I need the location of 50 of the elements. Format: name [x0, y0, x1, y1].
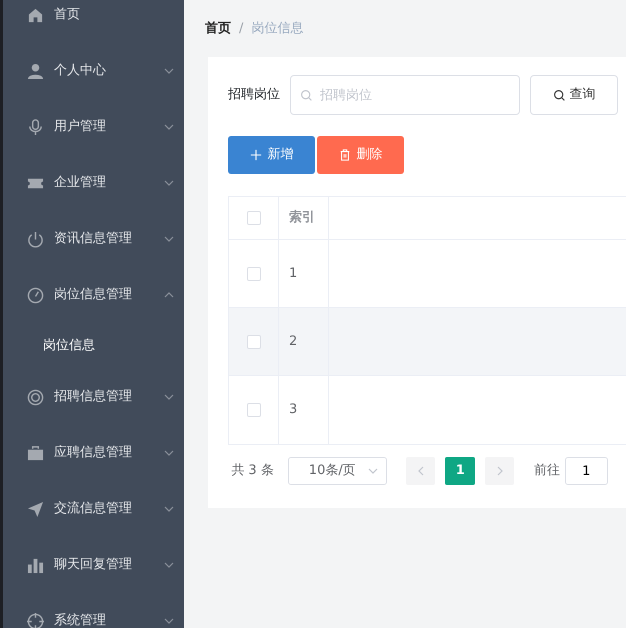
sidebar-item[interactable]: 招聘信息管理: [3, 369, 184, 425]
chevron-right-icon: [494, 466, 505, 476]
chevron-down-icon: [368, 466, 378, 476]
checkbox[interactable]: [246, 403, 260, 417]
goto-field[interactable]: 1: [564, 457, 608, 485]
breadcrumb-separator: /: [239, 20, 244, 38]
sidebar-item[interactable]: 交流信息管理: [3, 481, 184, 537]
breadcrumb-link[interactable]: 首页: [205, 18, 231, 38]
chevron-left-icon: [416, 466, 426, 476]
sidebar-item[interactable]: 用户管理: [3, 99, 184, 155]
sidebar-item[interactable]: 资讯信息管理: [3, 211, 184, 267]
microphone-icon: [27, 118, 44, 136]
checkbox[interactable]: [246, 334, 260, 348]
paper-plane-icon: [27, 500, 44, 518]
sidebar-item[interactable]: 首页: [3, 0, 184, 43]
prev-page-button[interactable]: [406, 457, 436, 485]
gauge-icon: [27, 286, 44, 304]
sidebar-item[interactable]: 岗位信息管理: [3, 267, 184, 323]
trash-icon: [338, 149, 350, 161]
sidebar-item[interactable]: 应聘信息管理: [3, 425, 184, 481]
table-cell: 2: [279, 308, 329, 375]
search-icon: [300, 89, 313, 102]
power-icon: [27, 230, 44, 248]
sidebar-item[interactable]: 聊天回复管理: [3, 537, 184, 593]
home-icon: [27, 6, 44, 24]
page-size-select[interactable]: 10条/页: [288, 457, 387, 485]
sidebar-subitem[interactable]: 岗位信息: [3, 323, 184, 369]
add-button[interactable]: 新增: [228, 136, 315, 174]
search-button[interactable]: 查询: [530, 75, 618, 115]
search-icon: [552, 88, 566, 102]
sidebar-item[interactable]: 系统管理: [3, 593, 184, 628]
plus-icon: [250, 149, 262, 161]
target-icon: [27, 388, 44, 406]
checkbox[interactable]: [246, 266, 260, 280]
breadcrumb-current: 岗位信息: [251, 20, 304, 38]
crosshair-icon: [27, 612, 44, 628]
next-page-button[interactable]: [485, 457, 514, 485]
briefcase-icon: [27, 444, 44, 462]
sidebar-item[interactable]: 企业管理: [3, 155, 184, 211]
table-cell: 1: [279, 240, 329, 307]
user-icon: [27, 62, 44, 80]
bar-chart-icon: [27, 556, 44, 574]
table-cell: 3: [279, 376, 329, 444]
total-count: 共 3 条: [231, 462, 274, 480]
checkbox[interactable]: [246, 211, 260, 225]
search-field[interactable]: 招聘岗位: [290, 75, 520, 115]
column-header: 索引: [279, 197, 329, 239]
search-label: 招聘岗位: [228, 86, 280, 104]
sidebar-item[interactable]: 个人中心: [3, 43, 184, 99]
goto-label: 前往: [534, 462, 560, 480]
